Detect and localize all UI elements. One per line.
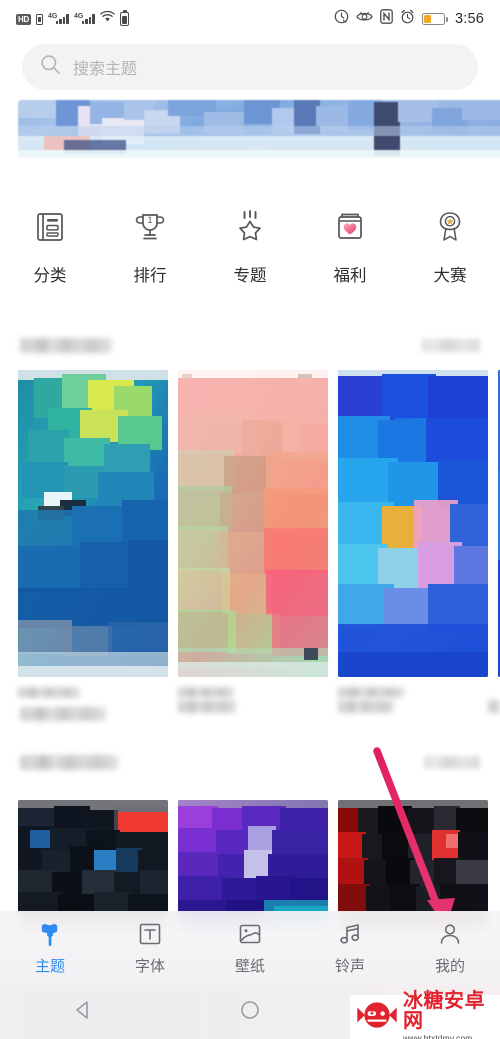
svg-text:1: 1	[147, 215, 152, 225]
image-icon	[237, 920, 263, 948]
section-3-more-link[interactable]	[424, 755, 480, 769]
category-item-paihang[interactable]: 1 排行	[100, 196, 200, 298]
bottom-navigation-bar: 主题 字体 壁纸 铃声 我的	[0, 911, 500, 985]
search-input[interactable]: 搜索主题	[22, 44, 478, 90]
heart-box-icon	[330, 206, 370, 248]
nav-label: 我的	[434, 958, 465, 975]
hd-badge: HD	[16, 13, 31, 25]
category-label: 排行	[133, 267, 167, 285]
section-2-header	[0, 697, 500, 731]
paintbrush-icon	[37, 920, 64, 948]
network-label-1: 4G	[47, 13, 58, 20]
eye-comfort-icon	[356, 10, 373, 28]
site-watermark: 冰糖安卓网 www.btxtdmy.com	[350, 991, 500, 1039]
back-button[interactable]	[23, 999, 143, 1026]
nav-item-ringtone[interactable]: 铃声	[300, 920, 400, 976]
search-icon	[40, 54, 61, 80]
section-1-more-link[interactable]	[422, 338, 480, 352]
category-item-dasai[interactable]: 大赛	[400, 196, 500, 298]
status-bar-right: 3:56	[334, 9, 484, 29]
person-icon	[437, 920, 463, 948]
promo-banner-image	[18, 100, 500, 158]
triangle-back-icon	[72, 999, 94, 1026]
category-shortcut-row: 分类 1 排行 专题 福利 大赛	[0, 196, 500, 298]
nav-item-font[interactable]: 字体	[100, 920, 200, 976]
nav-label: 铃声	[334, 958, 365, 975]
theme-card-2[interactable]	[178, 370, 328, 698]
network-label-2: 4G	[73, 13, 84, 20]
section-3-title	[20, 754, 118, 770]
section-1-header	[0, 328, 500, 362]
circle-home-icon	[239, 999, 261, 1026]
clock-time: 3:56	[454, 11, 484, 27]
signal-4g-icon-1: 4G	[47, 13, 69, 24]
wallpaper-card-1[interactable]	[18, 800, 168, 928]
wallpaper-card-3[interactable]	[338, 800, 488, 928]
theme-card-1[interactable]	[18, 370, 168, 698]
nav-item-theme[interactable]: 主题	[0, 920, 100, 976]
category-item-fuli[interactable]: 福利	[300, 196, 400, 298]
watermark-site-name: 冰糖安卓网	[403, 990, 485, 1033]
section-1-card-row[interactable]	[0, 370, 500, 698]
sim-card-icon	[35, 13, 43, 25]
search-placeholder: 搜索主题	[73, 61, 138, 78]
nav-item-wallpaper[interactable]: 壁纸	[200, 920, 300, 976]
alarm-icon	[400, 9, 415, 29]
watermark-url: www.btxtdmy.com	[403, 1033, 473, 1039]
wifi-icon	[100, 10, 115, 28]
do-not-disturb-icon	[334, 9, 349, 29]
candy-gamepad-icon	[355, 1000, 399, 1035]
medal-icon	[430, 206, 470, 248]
category-label: 分类	[33, 267, 67, 285]
phone-screen: HD 4G 4G 3:56 搜索主题 分类 1 排行 专题 福利 大赛 主题 字…	[0, 0, 500, 1039]
section-1-title	[20, 337, 112, 353]
category-item-zhuanti[interactable]: 专题	[200, 196, 300, 298]
nav-label: 字体	[134, 958, 165, 975]
battery-icon	[421, 13, 448, 25]
text-t-icon	[137, 920, 163, 948]
wallpaper-card-2[interactable]	[178, 800, 328, 928]
watermark-text: 冰糖安卓网 www.btxtdmy.com	[403, 991, 500, 1039]
section-2-title	[20, 707, 106, 721]
music-note-icon	[337, 920, 363, 948]
search-bar-container: 搜索主题	[0, 44, 500, 90]
trophy-icon: 1	[130, 206, 170, 248]
nav-item-mine[interactable]: 我的	[400, 920, 500, 976]
theme-card-3[interactable]	[338, 370, 488, 698]
star-icon	[230, 206, 270, 248]
signal-4g-icon-2: 4G	[73, 13, 95, 24]
category-label: 福利	[333, 267, 367, 285]
section-3-header	[0, 745, 500, 779]
nav-label: 主题	[34, 958, 65, 975]
category-item-fenlei[interactable]: 分类	[0, 196, 100, 298]
category-label: 专题	[233, 267, 267, 285]
nfc-icon	[380, 9, 393, 29]
promo-banner[interactable]	[0, 96, 500, 172]
theme-card-2-caption	[178, 700, 236, 713]
newspaper-icon	[30, 206, 70, 248]
home-button[interactable]	[190, 999, 310, 1026]
section-3-card-row[interactable]	[0, 800, 500, 928]
theme-card-3-caption	[338, 700, 394, 713]
nav-label: 壁纸	[234, 958, 265, 975]
battery-small-icon	[119, 9, 129, 26]
status-bar-left: HD 4G 4G	[16, 9, 129, 28]
theme-card-4-caption	[488, 700, 500, 713]
category-label: 大赛	[433, 267, 467, 285]
status-bar: HD 4G 4G 3:56	[0, 0, 500, 38]
